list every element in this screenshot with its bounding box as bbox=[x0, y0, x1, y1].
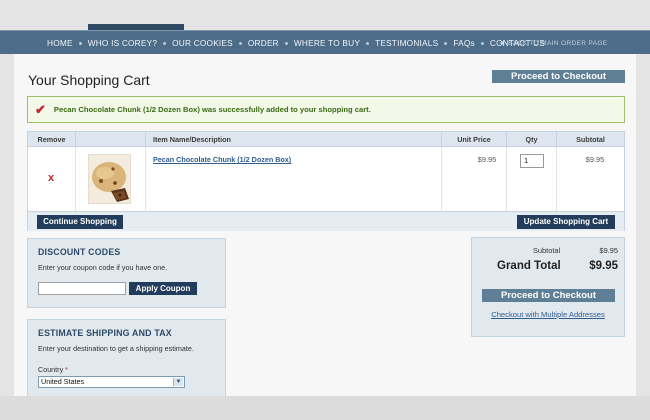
column-divider bbox=[441, 147, 442, 211]
grand-total-label: Grand Total bbox=[497, 260, 561, 272]
nav-item-home[interactable]: HOME bbox=[47, 38, 88, 48]
cart-table-header: Remove Item Name/Description Unit Price … bbox=[28, 132, 624, 147]
apply-coupon-button[interactable]: Apply Coupon bbox=[129, 282, 197, 295]
product-thumbnail[interactable] bbox=[88, 154, 131, 204]
remove-x-icon[interactable]: x bbox=[48, 172, 54, 184]
success-message-text: Pecan Chocolate Chunk (1/2 Dozen Box) wa… bbox=[53, 105, 371, 114]
checkout-multiple-addresses-link[interactable]: Checkout with Multiple Addresses bbox=[472, 310, 624, 319]
success-message: ✔ Pecan Chocolate Chunk (1/2 Dozen Box) … bbox=[27, 96, 625, 123]
cart-actions: Continue Shopping Update Shopping Cart bbox=[28, 211, 624, 231]
nav-item-who-is-corey[interactable]: WHO IS COREY? bbox=[88, 38, 172, 48]
proceed-to-checkout-button[interactable]: Proceed to Checkout bbox=[482, 289, 615, 302]
shipping-text: Enter your destination to get a shipping… bbox=[38, 344, 194, 353]
shipping-heading: ESTIMATE SHIPPING AND TAX bbox=[38, 328, 172, 338]
header-item: Item Name/Description bbox=[146, 132, 442, 147]
nav-separator bbox=[444, 41, 448, 45]
product-name-link[interactable]: Pecan Chocolate Chunk (1/2 Dozen Box) bbox=[153, 155, 291, 164]
continue-shopping-button[interactable]: Continue Shopping bbox=[37, 215, 123, 229]
required-marker: * bbox=[65, 365, 68, 374]
nav-item-faqs[interactable]: FAQs bbox=[453, 38, 490, 48]
nav-item-where-to-buy[interactable]: WHERE TO BUY bbox=[294, 38, 375, 48]
update-cart-button[interactable]: Update Shopping Cart bbox=[517, 215, 615, 229]
nav-separator bbox=[163, 41, 167, 45]
back-link-label: BACK TO MAIN ORDER PAGE bbox=[508, 39, 608, 47]
discount-text: Enter your coupon code if you have one. bbox=[38, 263, 168, 272]
totals-panel: Subtotal $9.95 Grand Total $9.95 Proceed… bbox=[471, 237, 625, 337]
check-icon: ✔ bbox=[35, 101, 46, 117]
country-label: Country * bbox=[38, 365, 68, 374]
column-divider bbox=[145, 147, 146, 211]
cookie-image bbox=[89, 155, 130, 203]
chevron-down-icon: ▼ bbox=[173, 378, 183, 386]
header-qty: Qty bbox=[507, 132, 557, 147]
nav-item-order[interactable]: ORDER bbox=[248, 38, 294, 48]
nav-separator bbox=[366, 41, 370, 45]
back-arrow-icon: ◄ bbox=[498, 39, 506, 47]
back-to-order-link[interactable]: ◄ BACK TO MAIN ORDER PAGE bbox=[498, 31, 607, 55]
discount-heading: DISCOUNT CODES bbox=[38, 247, 121, 257]
coupon-input[interactable] bbox=[38, 282, 126, 295]
nav-separator bbox=[284, 41, 288, 45]
estimate-shipping-panel: ESTIMATE SHIPPING AND TAX Enter your des… bbox=[27, 319, 226, 399]
subtotal-label: Subtotal bbox=[533, 246, 561, 255]
column-divider bbox=[75, 147, 76, 211]
header-image bbox=[76, 132, 146, 147]
top-bar bbox=[0, 0, 650, 30]
subtotal-value: $9.95 bbox=[599, 246, 619, 255]
nav-separator bbox=[78, 41, 82, 45]
quantity-input[interactable]: 1 bbox=[520, 154, 544, 168]
nav-item-our-cookies[interactable]: OUR COOKIES bbox=[172, 38, 248, 48]
page-footer-area bbox=[0, 396, 650, 420]
page-title: Your Shopping Cart bbox=[28, 72, 150, 88]
country-select-value: United States bbox=[41, 377, 85, 386]
discount-codes-panel: DISCOUNT CODES Enter your coupon code if… bbox=[27, 238, 226, 308]
column-divider bbox=[556, 147, 557, 211]
header-subtotal: Subtotal bbox=[576, 135, 605, 144]
country-select[interactable]: United States ▼ bbox=[38, 376, 185, 388]
nav-separator bbox=[480, 41, 484, 45]
cart-table: Remove Item Name/Description Unit Price … bbox=[27, 131, 625, 231]
header-remove: Remove bbox=[28, 132, 76, 147]
row-subtotal: $9.95 bbox=[585, 155, 605, 164]
nav-item-testimonials[interactable]: TESTIMONIALS bbox=[375, 38, 453, 48]
main-content: Your Shopping Cart Proceed to Checkout ✔… bbox=[14, 54, 636, 399]
header-unit-price: Unit Price bbox=[442, 132, 507, 147]
nav-separator bbox=[238, 41, 242, 45]
unit-price: $9.95 bbox=[477, 155, 497, 164]
grand-total-value: $9.95 bbox=[589, 260, 618, 272]
proceed-to-checkout-top-button[interactable]: Proceed to Checkout bbox=[492, 70, 625, 83]
main-nav: HOME WHO IS COREY? OUR COOKIES ORDER WHE… bbox=[0, 30, 650, 54]
